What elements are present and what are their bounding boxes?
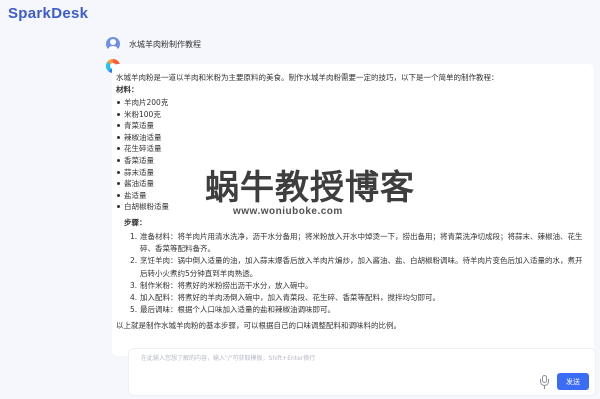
step-number: 4. xyxy=(130,292,138,302)
step-text: 烹饪羊肉：锅中倒入适量的油，加入蒜末爆香后放入羊肉片煸炒，加入酱油、盐、白胡椒粉… xyxy=(140,256,583,278)
question-row: 水城羊肉粉制作教程 xyxy=(106,35,201,53)
ingredients-title: 材料： xyxy=(116,85,139,94)
list-item: 花生碎适量 xyxy=(116,143,586,155)
message-input[interactable] xyxy=(141,353,521,371)
steps-title: 步骤： xyxy=(124,217,147,227)
step-item: 2. 烹饪羊肉：锅中倒入适量的油，加入蒜末爆香后放入羊肉片煸炒，加入酱油、盐、白… xyxy=(124,255,586,279)
step-item: 5. 最后调味：根据个人口味加入适量的盐和辣椒油调味即可。 xyxy=(124,304,586,316)
list-item: 蒜末适量 xyxy=(116,167,586,179)
list-item: 香菜适量 xyxy=(116,155,586,167)
ingredients-list: 羊肉片200克 米粉100克 青菜适量 辣椒油适量 花生碎适量 香菜适量 蒜末适… xyxy=(116,97,586,213)
send-button[interactable]: 发送 xyxy=(557,373,589,390)
step-text: 制作米粉：将煮好的米粉捞出沥干水分，放入碗中。 xyxy=(140,280,313,290)
step-number: 5. xyxy=(130,305,138,315)
step-number: 3. xyxy=(130,280,138,290)
step-number: 2. xyxy=(130,256,138,266)
microphone-icon[interactable] xyxy=(539,375,549,389)
user-avatar-icon xyxy=(106,37,120,51)
app-brand-logo[interactable]: SparkDesk xyxy=(8,5,88,22)
list-item: 盐适量 xyxy=(116,190,586,202)
list-item: 青菜适量 xyxy=(116,120,586,132)
answer-intro: 水城羊肉粉是一道以羊肉和米粉为主要原料的美食。制作水城羊肉粉需要一定的技巧，以下… xyxy=(116,73,499,82)
top-bar: SparkDesk xyxy=(0,0,600,26)
list-item: 酱油适量 xyxy=(116,178,586,190)
step-text: 最后调味：根据个人口味加入适量的盐和辣椒油调味即可。 xyxy=(140,305,335,315)
answer-card: 水城羊肉粉是一道以羊肉和米粉为主要原料的美食。制作水城羊肉粉需要一定的技巧，以下… xyxy=(112,64,594,356)
list-item: 羊肉片200克 xyxy=(116,97,586,109)
list-item: 辣椒油适量 xyxy=(116,132,586,144)
chat-panel: 水城羊肉粉制作教程 水城羊肉粉是一道以羊肉和米粉为主要原料的美食。制作水城羊肉粉… xyxy=(100,28,600,358)
step-item: 1. 准备材料：将羊肉片用清水洗净，沥干水分备用；将米粉放入开水中焯烫一下，捞出… xyxy=(124,231,586,255)
composer: 发送 xyxy=(128,348,596,396)
answer-outro: 以上就是制作水城羊肉粉的基本步骤，可以根据自己的口味调整配料和调味料的比例。 xyxy=(116,321,401,331)
step-text: 加入配料：将煮好的羊肉汤倒入碗中，加入青菜段、花生碎、香菜等配料，搅拌均匀即可。 xyxy=(140,292,440,302)
step-item: 3. 制作米粉：将煮好的米粉捞出沥干水分，放入碗中。 xyxy=(124,280,586,292)
question-text: 水城羊肉粉制作教程 xyxy=(129,39,201,49)
step-number: 1. xyxy=(130,231,138,241)
list-item: 白胡椒粉适量 xyxy=(116,201,586,213)
steps-list: 1. 准备材料：将羊肉片用清水洗净，沥干水分备用；将米粉放入开水中焯烫一下，捞出… xyxy=(116,231,586,316)
list-item: 米粉100克 xyxy=(116,109,586,121)
step-item: 4. 加入配料：将煮好的羊肉汤倒入碗中，加入青菜段、花生碎、香菜等配料，搅拌均匀… xyxy=(124,292,586,304)
step-text: 准备材料：将羊肉片用清水洗净，沥干水分备用；将米粉放入开水中焯烫一下，捞出备用；… xyxy=(140,231,583,254)
